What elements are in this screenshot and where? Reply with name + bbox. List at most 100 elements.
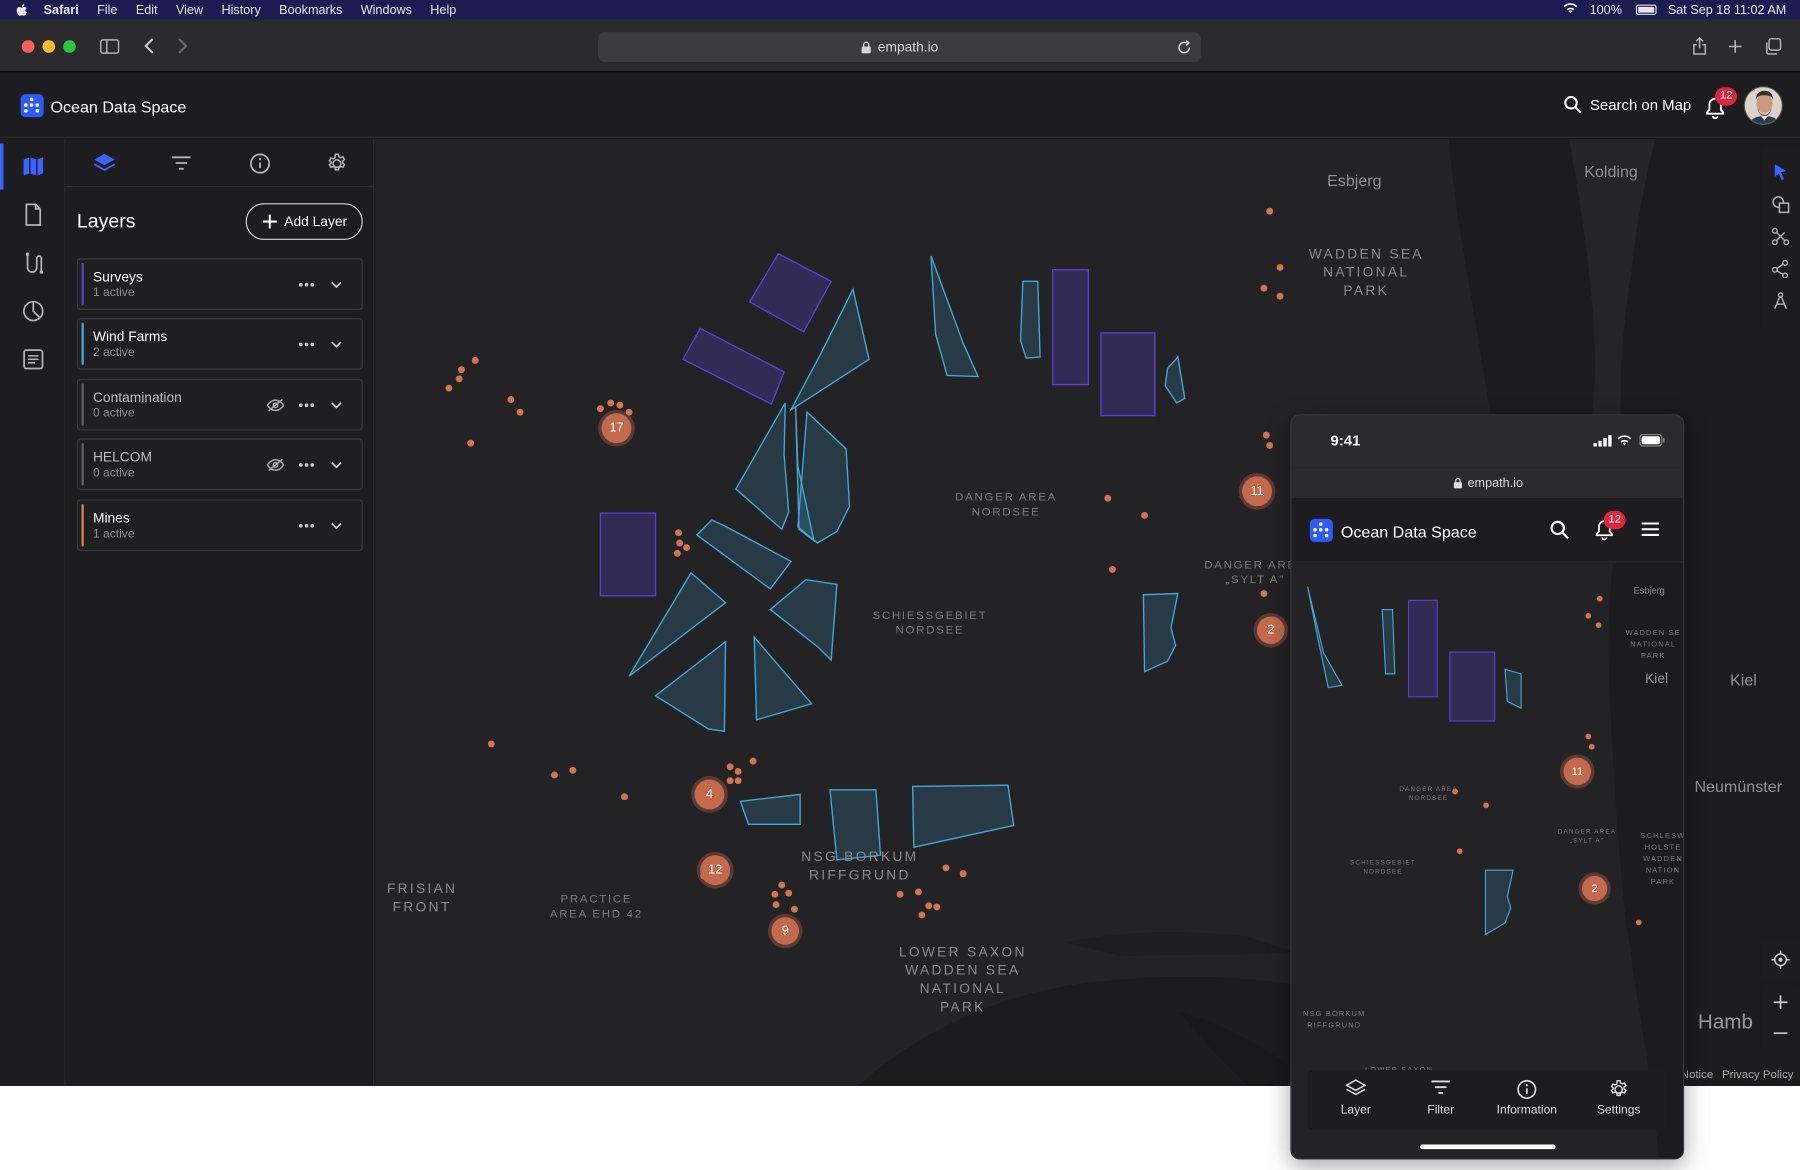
measure-tool-icon[interactable] bbox=[1770, 290, 1791, 311]
pointer-icon[interactable] bbox=[1770, 162, 1791, 183]
polygon-tool-icon[interactable] bbox=[1770, 258, 1791, 279]
mine-dot[interactable] bbox=[675, 529, 682, 537]
privacy-policy-link[interactable]: Privacy Policy bbox=[1722, 1069, 1793, 1082]
battery-icon[interactable] bbox=[1635, 4, 1657, 15]
mine-dot[interactable] bbox=[1104, 494, 1112, 502]
mine-dot[interactable] bbox=[1260, 284, 1268, 292]
mine-dot[interactable] bbox=[673, 549, 681, 557]
add-layer-button[interactable]: Add Layer bbox=[245, 203, 363, 240]
mine-dot[interactable] bbox=[487, 740, 495, 748]
mobile-app-title[interactable]: Ocean Data Space bbox=[1341, 522, 1477, 540]
mine-dot[interactable] bbox=[1585, 613, 1592, 619]
mine-dot[interactable] bbox=[1108, 565, 1116, 573]
tab-filter[interactable] bbox=[169, 150, 194, 175]
layer-row-wind-farms[interactable]: Wind Farms 2 active bbox=[76, 317, 363, 370]
share-icon[interactable] bbox=[1689, 36, 1710, 57]
mine-dot[interactable] bbox=[726, 763, 734, 771]
mine-dot[interactable] bbox=[896, 890, 904, 898]
zoom-out-icon[interactable] bbox=[1770, 1023, 1791, 1044]
mine-dot[interactable] bbox=[1585, 733, 1592, 740]
mine-dot[interactable] bbox=[471, 357, 479, 364]
mine-dot[interactable] bbox=[1596, 595, 1603, 602]
apple-icon[interactable] bbox=[16, 3, 27, 16]
mine-dot[interactable] bbox=[1456, 848, 1463, 855]
layer-row-mines[interactable]: Mines 1 active bbox=[76, 499, 363, 552]
app-logo[interactable] bbox=[20, 94, 44, 118]
user-avatar[interactable] bbox=[1743, 86, 1783, 126]
menu-view[interactable]: View bbox=[176, 3, 203, 17]
layer-row-contamination[interactable]: Contamination 0 active bbox=[76, 378, 363, 431]
mobile-tab-settings[interactable]: Settings bbox=[1579, 1079, 1659, 1117]
menu-help[interactable]: Help bbox=[430, 3, 456, 17]
mine-dot[interactable] bbox=[771, 890, 779, 898]
eye-off-icon[interactable] bbox=[265, 396, 286, 414]
mine-dot[interactable] bbox=[925, 902, 933, 910]
mine-dot[interactable] bbox=[959, 870, 967, 878]
minimize-window-button[interactable] bbox=[42, 40, 56, 53]
menu-bookmarks[interactable]: Bookmarks bbox=[279, 3, 342, 17]
mine-dot[interactable] bbox=[1260, 590, 1268, 597]
tab-layers[interactable] bbox=[92, 150, 117, 175]
home-indicator[interactable] bbox=[1420, 1144, 1556, 1150]
sidebar-toggle-icon[interactable] bbox=[99, 36, 120, 57]
mine-cluster[interactable]: 2 bbox=[1257, 616, 1285, 645]
mine-dot[interactable] bbox=[726, 777, 734, 785]
mine-dot[interactable] bbox=[596, 405, 604, 413]
address-bar[interactable]: empath.io bbox=[598, 32, 1201, 62]
line-tool-icon[interactable] bbox=[1770, 226, 1791, 247]
menubar-datetime[interactable]: Sat Sep 18 11:02 AM bbox=[1668, 3, 1786, 17]
map-icon[interactable] bbox=[21, 154, 46, 179]
mine-dot[interactable] bbox=[790, 905, 798, 913]
menu-edit[interactable]: Edit bbox=[136, 3, 158, 17]
mobile-tab-filter[interactable]: Filter bbox=[1401, 1079, 1481, 1117]
tab-overview-icon[interactable] bbox=[1762, 36, 1783, 57]
mine-dot[interactable] bbox=[516, 408, 524, 416]
close-window-button[interactable] bbox=[21, 40, 35, 53]
shape-tool-icon[interactable] bbox=[1770, 194, 1791, 215]
tab-information[interactable] bbox=[247, 150, 272, 175]
menu-safari[interactable]: Safari bbox=[44, 3, 79, 17]
notice-link[interactable]: Notice bbox=[1681, 1069, 1714, 1082]
mine-dot[interactable] bbox=[1452, 788, 1458, 795]
mine-dot[interactable] bbox=[1266, 441, 1274, 449]
mine-cluster[interactable]: 11 bbox=[1563, 757, 1592, 786]
document-icon[interactable] bbox=[21, 202, 46, 227]
menu-history[interactable]: History bbox=[221, 3, 260, 17]
chevron-down-icon[interactable] bbox=[327, 335, 345, 353]
chevron-down-icon[interactable] bbox=[327, 276, 345, 294]
mine-dot[interactable] bbox=[569, 766, 577, 774]
mine-dot[interactable] bbox=[455, 375, 463, 383]
more-options-icon[interactable] bbox=[296, 517, 317, 535]
mine-dot[interactable] bbox=[785, 889, 793, 897]
mine-dot[interactable] bbox=[1483, 802, 1489, 809]
mine-dot[interactable] bbox=[1276, 264, 1284, 271]
mine-dot[interactable] bbox=[914, 888, 922, 896]
mine-dot[interactable] bbox=[607, 399, 615, 407]
back-icon[interactable] bbox=[139, 36, 160, 57]
chevron-down-icon[interactable] bbox=[327, 396, 345, 414]
search-on-map-button[interactable]: Search on Map bbox=[1564, 95, 1691, 114]
mine-dot[interactable] bbox=[942, 864, 950, 872]
zoom-window-button[interactable] bbox=[63, 40, 76, 53]
forward-icon[interactable] bbox=[172, 36, 193, 57]
mine-dot[interactable] bbox=[1141, 512, 1148, 519]
more-options-icon[interactable] bbox=[296, 276, 317, 294]
mine-dot[interactable] bbox=[467, 439, 475, 447]
zoom-in-icon[interactable] bbox=[1770, 992, 1791, 1013]
wifi-icon[interactable] bbox=[1562, 2, 1578, 17]
mine-dot[interactable] bbox=[507, 396, 515, 403]
mine-dot[interactable] bbox=[778, 881, 786, 889]
mobile-tab-layer[interactable]: Layer bbox=[1316, 1079, 1396, 1117]
mine-dot[interactable] bbox=[458, 366, 465, 374]
mine-dot[interactable] bbox=[749, 757, 757, 765]
mobile-address-bar[interactable]: empath.io bbox=[1291, 467, 1683, 499]
mine-dot[interactable] bbox=[734, 768, 742, 775]
mine-cluster[interactable]: 9 bbox=[771, 917, 800, 945]
mine-dot[interactable] bbox=[1595, 622, 1602, 628]
mine-dot[interactable] bbox=[933, 903, 941, 911]
mine-dot[interactable] bbox=[1276, 292, 1284, 300]
app-logo[interactable] bbox=[1309, 518, 1333, 542]
eye-off-icon[interactable] bbox=[265, 456, 286, 474]
mine-cluster[interactable]: 2 bbox=[1581, 875, 1608, 902]
app-title[interactable]: Ocean Data Space bbox=[51, 98, 187, 116]
